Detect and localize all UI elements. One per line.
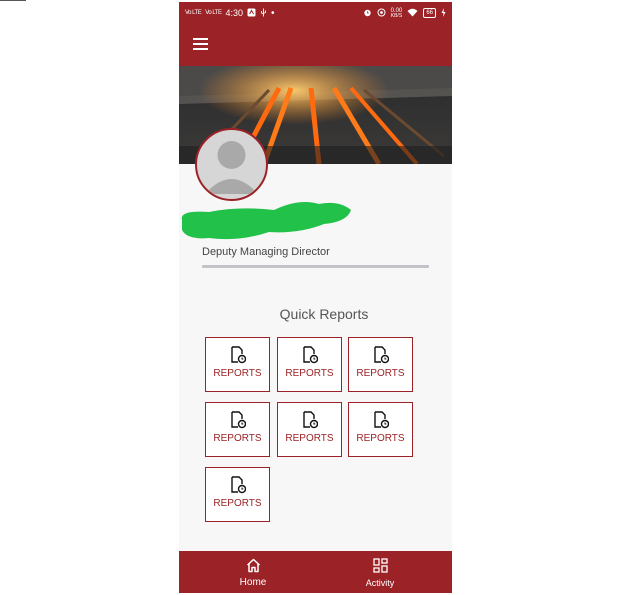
- designation: Deputy Managing Director: [202, 246, 330, 258]
- report-tile-2[interactable]: REPORTS: [277, 337, 342, 392]
- report-tile-label: REPORTS: [356, 368, 405, 379]
- data-speed-unit: KB/S: [390, 12, 403, 19]
- report-tile-label: REPORTS: [285, 433, 334, 444]
- report-tile-3[interactable]: REPORTS: [348, 337, 413, 392]
- nav-home[interactable]: Home: [223, 551, 283, 593]
- report-tile-7[interactable]: REPORTS: [205, 467, 270, 522]
- report-file-icon: [230, 476, 246, 494]
- dashboard-grid-icon: [372, 558, 388, 573]
- home-icon: [246, 558, 260, 573]
- corner-line: [0, 0, 26, 1]
- nav-home-label: Home: [239, 577, 267, 588]
- hamburger-menu-icon[interactable]: [193, 38, 208, 51]
- charging-icon: [441, 7, 446, 19]
- report-tile-4[interactable]: REPORTS: [205, 402, 270, 457]
- status-bar: Vo LTE Vo LTE 4:30 • 0.00 KB/S 66: [179, 2, 452, 24]
- report-file-icon: [230, 346, 246, 364]
- notification-icon: [247, 8, 256, 19]
- wifi-icon: [407, 8, 418, 19]
- report-file-icon: [230, 411, 246, 429]
- data-speed-icon: [377, 8, 386, 19]
- signal-2: Vo LTE: [205, 10, 222, 16]
- report-tile-label: REPORTS: [356, 433, 405, 444]
- nav-activity[interactable]: Activity: [350, 551, 410, 593]
- report-tile-label: REPORTS: [213, 368, 262, 379]
- report-tile-1[interactable]: REPORTS: [205, 337, 270, 392]
- report-file-icon: [302, 411, 318, 429]
- divider: [202, 265, 429, 268]
- user-avatar-icon[interactable]: [195, 128, 268, 201]
- battery-icon: 66: [423, 8, 436, 18]
- report-file-icon: [373, 346, 389, 364]
- report-tile-label: REPORTS: [213, 433, 262, 444]
- alarm-icon: [363, 8, 372, 19]
- report-tile-5[interactable]: REPORTS: [277, 402, 342, 457]
- report-file-icon: [373, 411, 389, 429]
- phone-screen: Vo LTE Vo LTE 4:30 • 0.00 KB/S 66 Deputy…: [179, 2, 452, 593]
- report-tile-6[interactable]: REPORTS: [348, 402, 413, 457]
- status-dot: •: [271, 7, 275, 19]
- usb-icon: [260, 8, 267, 19]
- report-tile-label: REPORTS: [285, 368, 334, 379]
- quick-reports-title: Quick Reports: [279, 306, 369, 322]
- redacted-name: [179, 192, 354, 248]
- nav-activity-label: Activity: [365, 578, 395, 588]
- data-speed: 0.00 KB/S: [391, 8, 403, 19]
- report-tile-label: REPORTS: [213, 498, 262, 509]
- status-time: 4:30: [225, 8, 243, 18]
- app-bar: [179, 24, 452, 66]
- report-file-icon: [302, 346, 318, 364]
- bottom-nav: Home Activity: [179, 551, 452, 593]
- signal-1: Vo LTE: [185, 10, 202, 16]
